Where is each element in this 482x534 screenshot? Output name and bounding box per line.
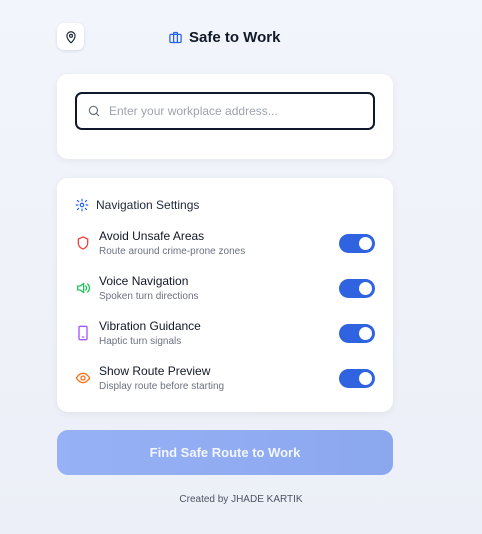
- setting-description: Spoken turn directions: [99, 291, 199, 302]
- vibration-guidance-toggle[interactable]: [339, 324, 375, 343]
- search-icon: [88, 105, 100, 117]
- search-box[interactable]: [75, 92, 375, 130]
- avoid-unsafe-toggle[interactable]: [339, 234, 375, 253]
- app-title: Safe to Work: [189, 28, 281, 46]
- setting-label: Voice Navigation: [99, 274, 189, 288]
- search-card: [57, 74, 393, 159]
- header: Safe to Work: [57, 23, 393, 50]
- voice-navigation-toggle[interactable]: [339, 279, 375, 298]
- route-preview-toggle[interactable]: [339, 369, 375, 388]
- setting-row-avoid-unsafe: Avoid Unsafe Areas Route around crime-pr…: [75, 229, 375, 263]
- briefcase-icon: [169, 31, 182, 43]
- map-pin-icon: [65, 30, 76, 43]
- setting-row-vibration-guidance: Vibration Guidance Haptic turn signals: [75, 319, 375, 353]
- setting-row-route-preview: Show Route Preview Display route before …: [75, 364, 375, 398]
- setting-description: Route around crime-prone zones: [99, 246, 246, 257]
- speaker-icon: [77, 282, 91, 294]
- navigation-settings-card: Navigation Settings Avoid Unsafe Areas R…: [57, 178, 393, 412]
- shield-icon: [77, 236, 89, 250]
- setting-label: Avoid Unsafe Areas: [99, 229, 205, 243]
- settings-header: Navigation Settings: [75, 198, 199, 212]
- toggle-knob: [359, 372, 372, 385]
- eye-icon: [75, 372, 91, 384]
- location-button[interactable]: [57, 23, 84, 50]
- workplace-address-input[interactable]: [109, 104, 349, 118]
- setting-description: Display route before starting: [99, 381, 225, 392]
- setting-label: Vibration Guidance: [99, 319, 201, 333]
- footer-credit: Created by JHADE KARTIK: [179, 494, 303, 505]
- toggle-knob: [359, 237, 372, 250]
- setting-description: Haptic turn signals: [99, 336, 182, 347]
- setting-label: Show Route Preview: [99, 364, 211, 378]
- toggle-knob: [359, 282, 372, 295]
- setting-row-voice-navigation: Voice Navigation Spoken turn directions: [75, 274, 375, 308]
- phone-icon: [78, 325, 88, 341]
- find-safe-route-button[interactable]: Find Safe Route to Work: [57, 430, 393, 475]
- app-title-group: Safe to Work: [168, 27, 280, 47]
- settings-title: Navigation Settings: [96, 198, 200, 212]
- gear-icon: [75, 198, 89, 212]
- toggle-knob: [359, 327, 372, 340]
